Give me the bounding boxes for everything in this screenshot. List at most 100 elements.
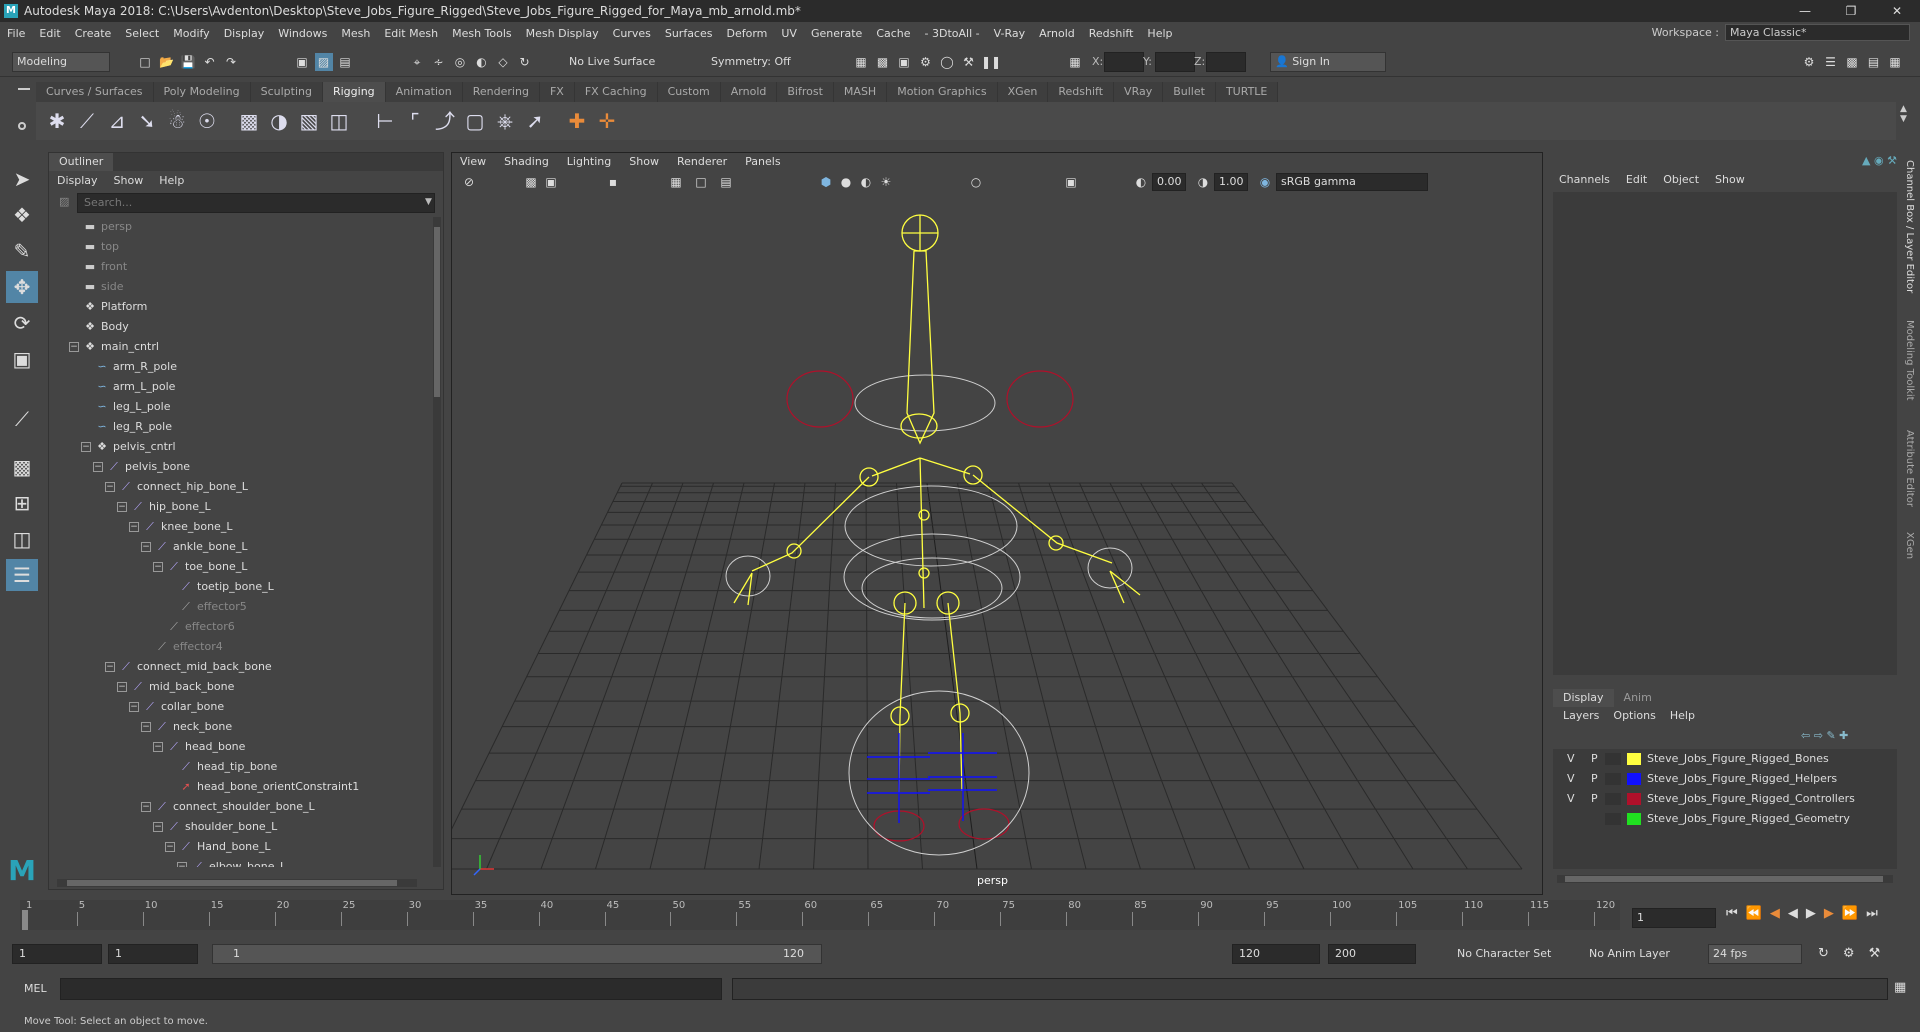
paint-weights-icon[interactable]: ◑ <box>266 108 292 134</box>
bind-skin-icon[interactable]: ▩ <box>236 108 262 134</box>
resolution-gate-icon[interactable]: ▤ <box>717 173 735 191</box>
snap-view-icon[interactable]: ◐ <box>473 53 491 71</box>
expand-toggle-icon[interactable]: − <box>93 462 103 472</box>
outliner-row-head-bone[interactable]: − ⟋ head_bone <box>49 737 433 757</box>
layer-playback-toggle[interactable]: P <box>1591 749 1598 769</box>
shelf-tab-arnold[interactable]: Arnold <box>720 82 778 102</box>
outliner-persp-layout-icon[interactable]: ☰ <box>6 559 38 591</box>
menu-file[interactable]: File <box>0 27 32 40</box>
menu-display[interactable]: Display <box>217 27 272 40</box>
shelf-tab-poly-modeling[interactable]: Poly Modeling <box>153 82 251 102</box>
viewport-menu-renderer[interactable]: Renderer <box>677 153 727 171</box>
save-scene-icon[interactable]: 💾 <box>179 53 197 71</box>
shelf-tab-mash[interactable]: MASH <box>833 82 888 102</box>
xray-icon[interactable]: ▣ <box>1062 173 1080 191</box>
expand-toggle-icon[interactable]: − <box>105 662 115 672</box>
color-space-dropdown[interactable]: sRGB gamma <box>1276 173 1428 191</box>
expand-toggle-icon[interactable]: − <box>177 862 187 867</box>
camera-attributes-icon[interactable]: ▩ <box>522 173 540 191</box>
render-frame-icon[interactable]: ▩ <box>874 53 892 71</box>
shelf-tab-fx-caching[interactable]: FX Caching <box>574 82 658 102</box>
attribute-editor-icon[interactable]: ☰ <box>1822 53 1840 71</box>
undo-icon[interactable]: ↶ <box>201 53 219 71</box>
scale-tool-icon[interactable]: ▣ <box>6 343 38 375</box>
outliner-row-shoulder-bone-l[interactable]: − ⟋ shoulder_bone_L <box>49 817 433 837</box>
move-layer-up-icon[interactable]: ⇦ <box>1801 729 1810 742</box>
select-component-icon[interactable]: ▤ <box>336 53 354 71</box>
parent-constraint-icon[interactable]: ⌜ <box>402 108 428 134</box>
outliner-row-effector4[interactable]: ⟋ effector4 <box>49 637 433 657</box>
x-field[interactable] <box>1104 52 1144 72</box>
new-layer-icon[interactable]: ✎ <box>1826 729 1835 742</box>
fps-dropdown[interactable]: 24 fps <box>1708 944 1802 964</box>
expand-toggle-icon[interactable]: − <box>117 682 127 692</box>
new-scene-icon[interactable]: □ <box>136 53 154 71</box>
open-scene-icon[interactable]: 📂 <box>158 53 176 71</box>
ipr-render-icon[interactable]: ▣ <box>895 53 913 71</box>
range-slider[interactable]: 1 120 <box>212 944 822 964</box>
maximize-icon[interactable]: ❐ <box>1828 0 1874 22</box>
outliner-row-arm-l-pole[interactable]: ∽ arm_L_pole <box>49 377 433 397</box>
range-end-field[interactable]: 120 <box>1232 944 1320 964</box>
shelf-tab-custom[interactable]: Custom <box>657 82 721 102</box>
ik-handle-icon[interactable]: ⟋ <box>74 108 100 134</box>
step-back-frame-icon[interactable]: ◀ <box>1770 906 1780 921</box>
shelf-tab-rendering[interactable]: Rendering <box>462 82 540 102</box>
render-settings-icon[interactable]: ⚙ <box>917 53 935 71</box>
expand-toggle-icon[interactable]: − <box>165 842 175 852</box>
isolate-select-icon[interactable]: ○ <box>967 173 985 191</box>
gamma-icon[interactable]: ◑ <box>1194 173 1212 191</box>
close-icon[interactable]: ✕ <box>1874 0 1920 22</box>
outliner-horizontal-scrollbar[interactable] <box>57 879 417 887</box>
range-start-field[interactable]: 1 <box>12 944 102 964</box>
menu-deform[interactable]: Deform <box>719 27 774 40</box>
outliner-row-hip-bone-l[interactable]: − ⟋ hip_bone_L <box>49 497 433 517</box>
expand-toggle-icon[interactable]: − <box>129 522 139 532</box>
rotate-tool-icon[interactable]: ⟳ <box>6 307 38 339</box>
outliner-vertical-scrollbar[interactable] <box>433 217 441 867</box>
viewport-menu-panels[interactable]: Panels <box>745 153 780 171</box>
lights-icon[interactable]: ☀ <box>877 173 895 191</box>
image-plane-icon[interactable]: ▪ <box>604 173 622 191</box>
single-view-icon[interactable]: ▩ <box>6 451 38 483</box>
shelf-tab-turtle[interactable]: TURTLE <box>1215 82 1279 102</box>
layer-visibility-toggle[interactable]: V <box>1567 789 1575 809</box>
outliner-row-platform[interactable]: ❖ Platform <box>49 297 433 317</box>
textured-icon[interactable]: ◐ <box>857 173 875 191</box>
ik-spline-icon[interactable]: ⊿ <box>104 108 130 134</box>
outliner-row-leg-r-pole[interactable]: ∽ leg_R_pole <box>49 417 433 437</box>
layer-color-swatch[interactable] <box>1627 793 1641 805</box>
layer-color-swatch[interactable] <box>1627 773 1641 785</box>
joint-tool-icon[interactable]: ✱ <box>44 108 70 134</box>
viewport-menu-view[interactable]: View <box>460 153 486 171</box>
render-view-icon[interactable]: ▦ <box>852 53 870 71</box>
humanik-icon[interactable]: ☃ <box>164 108 190 134</box>
lasso-tool-icon[interactable]: ❖ <box>6 199 38 231</box>
layer-playback-toggle[interactable]: P <box>1591 769 1598 789</box>
menu-set-dropdown[interactable]: Modeling <box>12 52 110 72</box>
shelf-tab-fx[interactable]: FX <box>539 82 575 102</box>
channel-box-float-icon[interactable]: ◉ <box>1874 154 1884 167</box>
shelf-scroll-icon[interactable]: ▲ ▼ <box>1900 104 1907 124</box>
gamma-field[interactable]: 1.00 <box>1214 173 1248 191</box>
outliner-row-connect-shoulder-bone-l[interactable]: − ⟋ connect_shoulder_bone_L <box>49 797 433 817</box>
outliner-row-ankle-bone-l[interactable]: − ⟋ ankle_bone_L <box>49 537 433 557</box>
select-camera-icon[interactable]: ⊘ <box>460 173 478 191</box>
anim-layer-dropdown[interactable]: No Anim Layer <box>1584 944 1696 964</box>
time-ruler[interactable]: 1 5 10 15 20 25 30 35 40 45 50 55 60 65 70 75 80 85 90 95 10… <box>20 900 1620 930</box>
viewport-menu-lighting[interactable]: Lighting <box>567 153 611 171</box>
command-language-label[interactable]: MEL <box>24 982 47 995</box>
step-forward-key-icon[interactable]: ⏩ <box>1842 906 1858 921</box>
display-layer-row[interactable]: V P Steve_Jobs_Figure_Rigged_Controllers <box>1553 789 1897 809</box>
scale-constraint-icon[interactable]: ⎈ <box>492 108 518 134</box>
symmetry-dropdown[interactable]: Symmetry: Off <box>706 52 806 72</box>
channels-menu-channels[interactable]: Channels <box>1559 173 1610 186</box>
layer-tab-anim[interactable]: Anim <box>1614 689 1662 707</box>
layer-type-toggle[interactable] <box>1605 753 1621 765</box>
transform-field-icon[interactable]: ▦ <box>1066 53 1084 71</box>
viewport-menu-shading[interactable]: Shading <box>504 153 549 171</box>
menu-cache[interactable]: Cache <box>869 27 917 40</box>
select-tool-icon[interactable]: ➤ <box>6 163 38 195</box>
command-input[interactable] <box>60 978 722 1000</box>
expand-toggle-icon[interactable]: − <box>153 822 163 832</box>
